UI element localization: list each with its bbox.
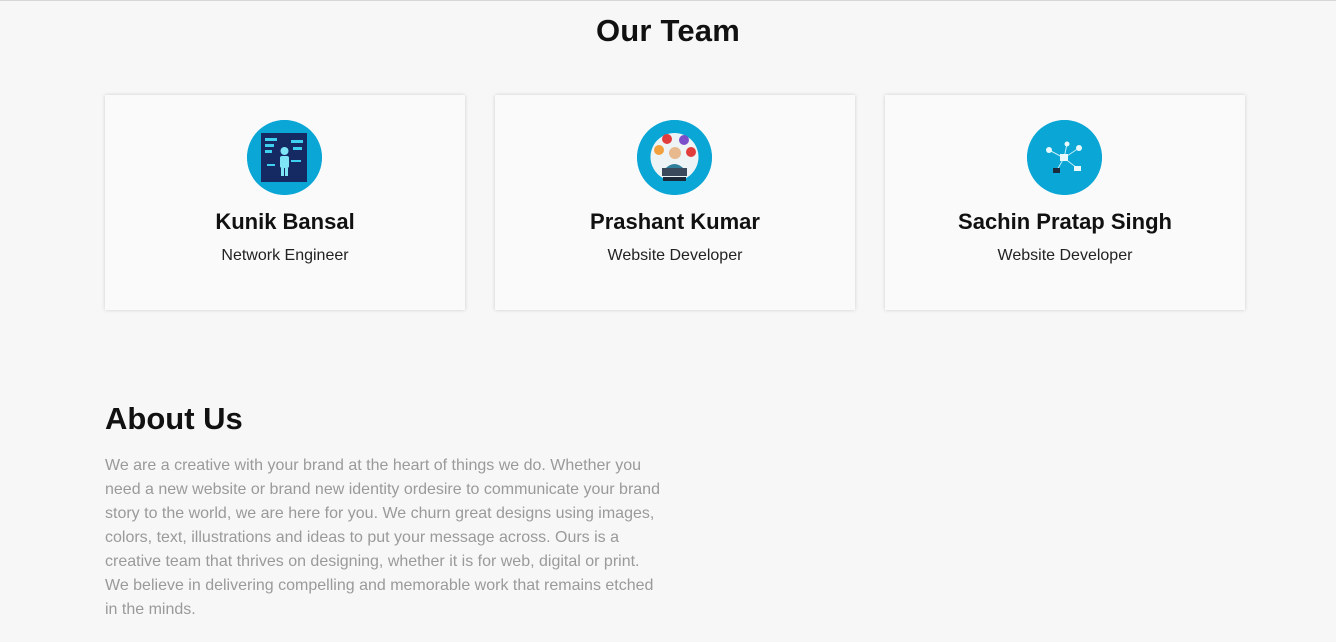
web-developer-avatar-icon	[637, 120, 712, 195]
team-section-title: Our Team	[595, 13, 740, 48]
network-devices-avatar-icon	[1027, 120, 1102, 195]
member-role: Network Engineer	[221, 247, 349, 264]
team-member-card: Kunik Bansal Network Engineer	[105, 95, 465, 310]
network-engineer-avatar-icon	[247, 120, 322, 195]
member-name: Sachin Pratap Singh	[958, 209, 1172, 234]
about-description: We are a creative with your brand at the…	[105, 457, 660, 618]
member-name: Kunik Bansal	[215, 209, 355, 234]
member-name: Prashant Kumar	[590, 209, 760, 234]
member-role: Website Developer	[607, 247, 743, 264]
team-member-card: Prashant Kumar Website Developer	[495, 95, 855, 310]
member-role: Website Developer	[997, 247, 1133, 264]
team-member-card: Sachin Pratap Singh Website Developer	[885, 95, 1245, 310]
about-section-title: About Us	[105, 401, 243, 436]
page: Our Team Kunik Bansal Network Engineer P…	[0, 0, 1336, 642]
